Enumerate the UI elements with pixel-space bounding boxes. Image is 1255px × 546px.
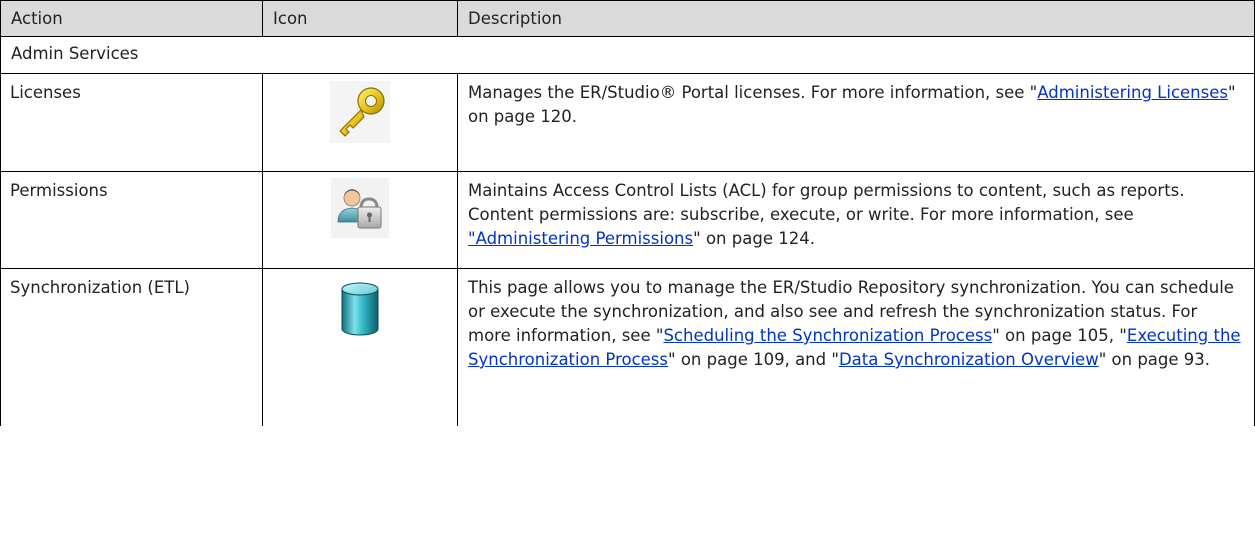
description-permissions: Maintains Access Control Lists (ACL) for… bbox=[457, 171, 1255, 269]
action-synchronization: Synchronization (ETL) bbox=[0, 268, 263, 426]
link-administering-licenses[interactable]: Administering Licenses bbox=[1037, 83, 1228, 102]
action-licenses: Licenses bbox=[0, 73, 263, 172]
section-row: Admin Services bbox=[0, 36, 1255, 74]
action-permissions: Permissions bbox=[0, 171, 263, 269]
admin-services-table: Action Icon Description Admin Services L… bbox=[0, 0, 1255, 426]
table-row: Permissions Maintains Access Control Lis… bbox=[0, 171, 1255, 269]
section-title: Admin Services bbox=[0, 36, 1255, 74]
header-icon: Icon bbox=[262, 0, 458, 37]
header-action: Action bbox=[0, 0, 263, 37]
icon-cell bbox=[262, 73, 458, 172]
link-administering-permissions[interactable]: "Administering Permissions bbox=[468, 229, 693, 248]
key-icon bbox=[330, 81, 390, 143]
table-header-row: Action Icon Description bbox=[0, 0, 1255, 37]
table-row: Licenses Manages the ER/Studio® Portal l… bbox=[0, 73, 1255, 172]
table-row: Synchronization (ETL) This page allows y… bbox=[0, 268, 1255, 426]
description-licenses: Manages the ER/Studio® Portal licenses. … bbox=[457, 73, 1255, 172]
icon-cell bbox=[262, 171, 458, 269]
database-icon bbox=[337, 279, 383, 339]
icon-cell bbox=[262, 268, 458, 426]
user-lock-icon bbox=[331, 178, 389, 238]
link-data-sync-overview[interactable]: Data Synchronization Overview bbox=[839, 350, 1099, 369]
link-scheduling-sync[interactable]: Scheduling the Synchronization Process bbox=[663, 326, 992, 345]
header-description: Description bbox=[457, 0, 1255, 37]
description-synchronization: This page allows you to manage the ER/St… bbox=[457, 268, 1255, 426]
